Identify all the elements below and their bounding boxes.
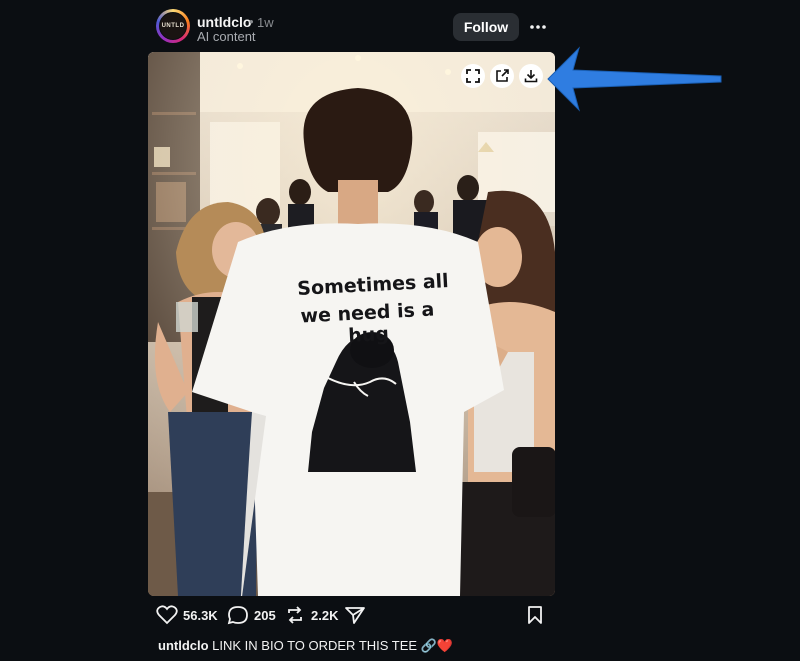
like-button[interactable]: 56.3K [156,605,218,625]
avatar-logo: UNTLD [159,12,187,40]
avatar[interactable]: UNTLD [156,9,190,43]
post-time[interactable]: 1w [257,15,274,30]
separator-dot: • [249,14,254,29]
heart-icon [156,605,178,625]
post-caption: untldclo LINK IN BIO TO ORDER THIS TEE 🔗… [158,638,453,654]
ai-content-label: AI content [197,29,256,44]
fullscreen-icon[interactable] [461,64,485,88]
post-image[interactable]: Sometimes all we need is a hug [148,52,555,596]
like-count: 56.3K [183,607,218,623]
comment-count: 205 [254,607,276,623]
post-username[interactable]: untldclo [197,14,251,30]
share-icon [345,607,365,624]
repost-icon [288,606,302,624]
post-actions: 56.3K 205 2.2K [156,603,548,631]
caption-text: LINK IN BIO TO ORDER THIS TEE 🔗❤️ [212,638,454,653]
save-button[interactable] [526,605,544,625]
follow-button[interactable]: Follow [453,13,519,41]
repost-button[interactable]: 2.2K [284,605,338,625]
share-button[interactable] [344,605,366,625]
caption-username[interactable]: untldclo [158,638,209,653]
shirt-text-line2: we need is a hug [300,298,435,348]
download-icon[interactable] [519,64,543,88]
ellipsis-icon[interactable] [528,17,548,37]
post-header: UNTLD untldclo • 1w AI content Follow [156,9,548,45]
comment-icon [227,606,248,625]
annotation-arrow-icon [547,46,722,112]
bookmark-icon [528,606,542,624]
repost-count: 2.2K [311,607,339,623]
comment-button[interactable]: 205 [227,605,276,625]
open-external-icon[interactable] [490,64,514,88]
